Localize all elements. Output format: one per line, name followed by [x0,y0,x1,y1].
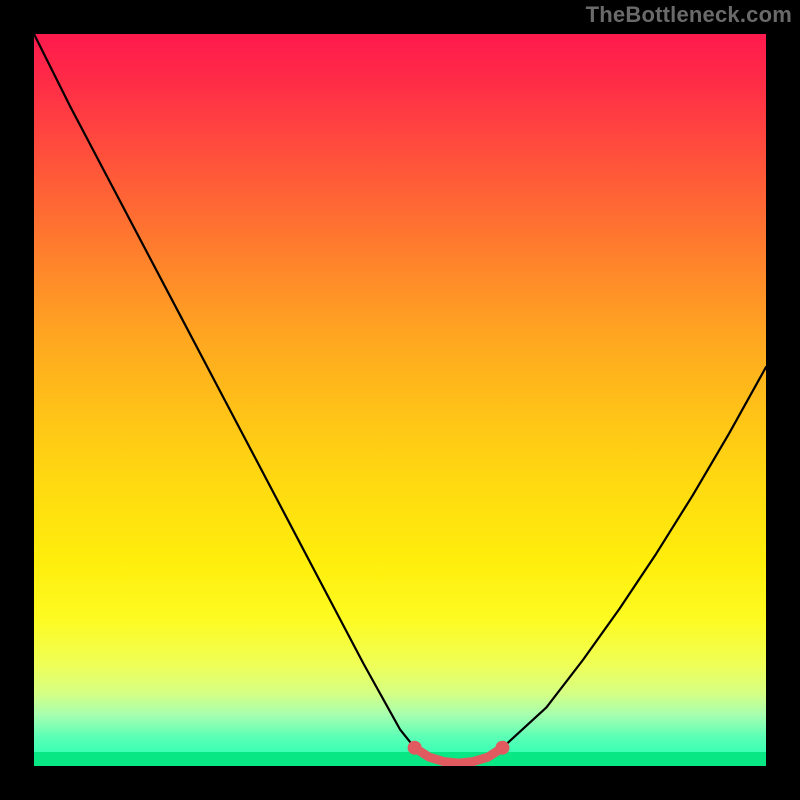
curve-main [34,34,766,763]
chart-frame: TheBottleneck.com [0,0,800,800]
bottleneck-curve [34,34,766,766]
trough-end-dot-1 [495,741,509,755]
curve-trough-accent [415,748,503,763]
watermark-text: TheBottleneck.com [586,2,792,28]
plot-area [34,34,766,766]
trough-end-dot-0 [408,741,422,755]
